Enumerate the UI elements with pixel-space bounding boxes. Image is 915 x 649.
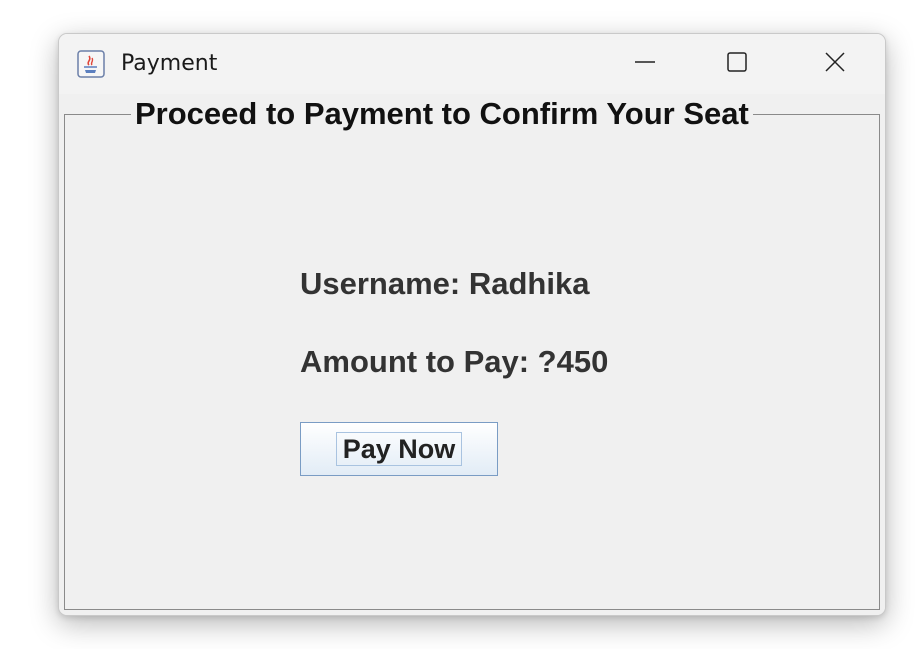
pay-now-button[interactable]: Pay Now (300, 422, 498, 476)
maximize-button[interactable] (691, 34, 783, 94)
java-coffee-cup-icon (77, 50, 105, 78)
window-title: Payment (121, 51, 218, 76)
panel-title: Proceed to Payment to Confirm Your Seat (131, 94, 753, 134)
minimize-icon (634, 51, 656, 78)
content-pane: Proceed to Payment to Confirm Your Seat … (59, 94, 885, 615)
amount-label: Amount to Pay: ?450 (300, 344, 609, 379)
pay-now-label: Pay Now (342, 433, 456, 464)
desktop-background: Payment Proceed to Payment to Confirm Yo… (0, 0, 915, 649)
username-label: Username: Radhika (300, 266, 590, 301)
maximize-icon (726, 51, 748, 78)
payment-window: Payment Proceed to Payment to Confirm Yo… (58, 33, 886, 616)
close-button[interactable] (789, 34, 881, 94)
title-bar[interactable]: Payment (59, 34, 885, 94)
minimize-button[interactable] (599, 34, 691, 94)
close-icon (824, 51, 846, 78)
